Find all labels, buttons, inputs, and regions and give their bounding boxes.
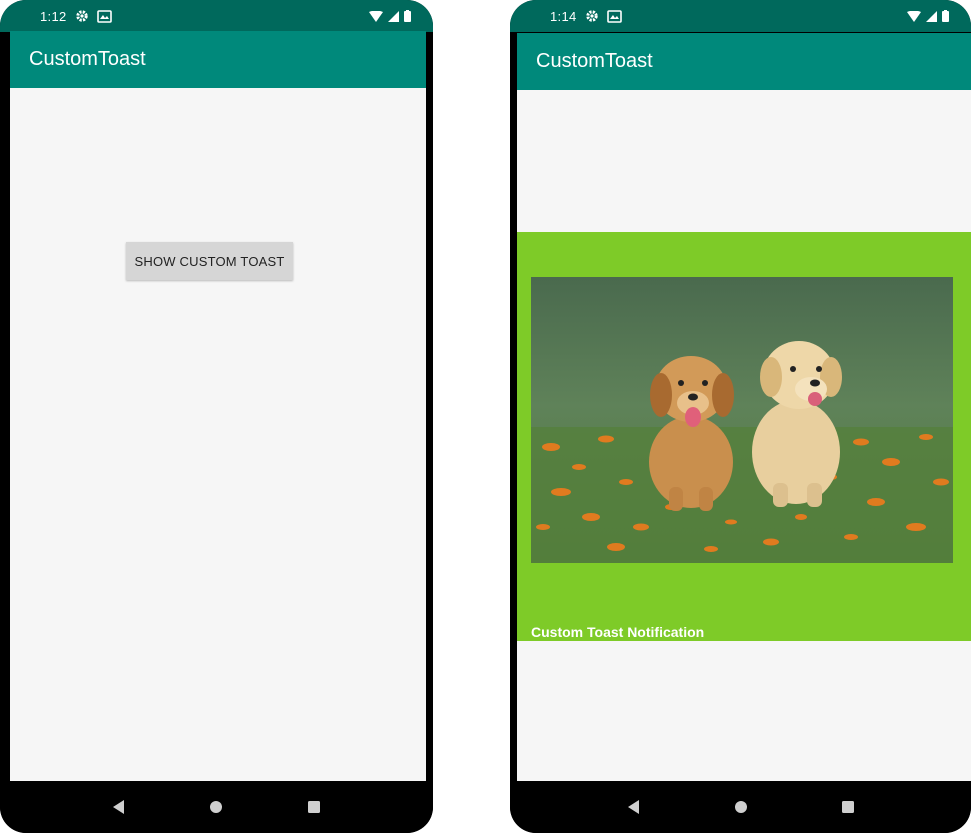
status-time: 1:12 bbox=[40, 8, 67, 24]
navigation-bar bbox=[0, 781, 433, 833]
settings-icon bbox=[585, 10, 598, 22]
back-icon[interactable] bbox=[627, 799, 641, 815]
signal-icon bbox=[388, 10, 399, 22]
custom-toast: Custom Toast Notification bbox=[517, 232, 971, 641]
puppies-photo bbox=[531, 277, 953, 563]
navigation-bar bbox=[510, 781, 971, 833]
app-title: CustomToast bbox=[536, 50, 653, 72]
phone-screen-after: 1:14 CustomToast Custom Toast Notificati… bbox=[510, 0, 971, 833]
show-custom-toast-button[interactable]: SHOW CUSTOM TOAST bbox=[126, 242, 293, 280]
main-content: SHOW CUSTOM TOAST bbox=[10, 88, 426, 781]
recents-icon[interactable] bbox=[307, 800, 321, 814]
message-icon bbox=[96, 9, 112, 23]
back-icon[interactable] bbox=[112, 799, 126, 815]
status-bar: 1:12 bbox=[0, 0, 433, 32]
signal-icon bbox=[926, 10, 937, 22]
status-time: 1:14 bbox=[550, 8, 577, 24]
home-icon[interactable] bbox=[734, 800, 748, 814]
app-title: CustomToast bbox=[29, 48, 146, 70]
home-icon[interactable] bbox=[209, 800, 223, 814]
app-bar: CustomToast bbox=[10, 31, 426, 88]
message-icon bbox=[606, 9, 622, 23]
battery-icon bbox=[404, 10, 411, 22]
settings-icon bbox=[75, 10, 88, 22]
phone-screen-before: 1:12 CustomToast SHOW CUSTOM TOAST bbox=[0, 0, 433, 833]
app-bar: CustomToast bbox=[517, 33, 971, 90]
wifi-icon bbox=[369, 10, 383, 22]
main-content: Custom Toast Notification bbox=[517, 90, 971, 783]
status-bar: 1:14 bbox=[510, 0, 971, 32]
battery-icon bbox=[942, 10, 949, 22]
wifi-icon bbox=[907, 10, 921, 22]
toast-message: Custom Toast Notification bbox=[531, 624, 705, 640]
recents-icon[interactable] bbox=[841, 800, 855, 814]
